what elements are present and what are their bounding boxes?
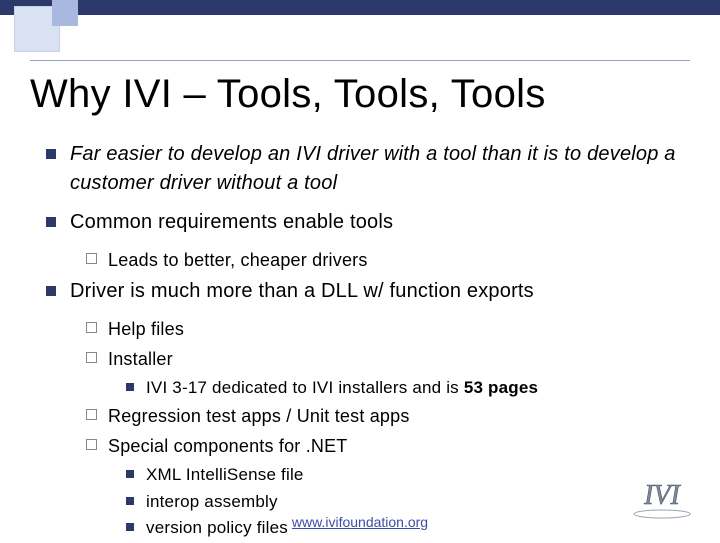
bullet-lvl2: Installer bbox=[30, 346, 690, 372]
footer: www.ivifoundation.org bbox=[0, 514, 720, 530]
slide-body: Far easier to develop an IVI driver with… bbox=[30, 140, 690, 543]
decor-square-small bbox=[52, 0, 78, 26]
bullet-lvl3: interop assembly bbox=[30, 490, 690, 515]
bullet-lvl2: Help files bbox=[30, 316, 690, 342]
header-rule bbox=[30, 60, 690, 61]
footer-link[interactable]: www.ivifoundation.org bbox=[292, 514, 428, 530]
text: IVI 3-17 dedicated to IVI installers and… bbox=[146, 378, 464, 397]
bullet-lvl3: XML IntelliSense file bbox=[30, 463, 690, 488]
bullet-lvl3: IVI 3-17 dedicated to IVI installers and… bbox=[30, 376, 690, 401]
bullet-lvl2: Special components for .NET bbox=[30, 433, 690, 459]
text-bold: 53 pages bbox=[464, 378, 538, 397]
svg-text:IVI: IVI bbox=[643, 480, 681, 511]
bullet-lvl2: Regression test apps / Unit test apps bbox=[30, 403, 690, 429]
ivi-logo: IVI bbox=[626, 474, 698, 522]
slide-title: Why IVI – Tools, Tools, Tools bbox=[30, 72, 546, 117]
bullet-lvl1: Far easier to develop an IVI driver with… bbox=[30, 140, 690, 198]
bullet-lvl1: Common requirements enable tools bbox=[30, 208, 690, 237]
header-bar bbox=[0, 0, 720, 15]
bullet-lvl1: Driver is much more than a DLL w/ functi… bbox=[30, 277, 690, 306]
bullet-lvl2: Leads to better, cheaper drivers bbox=[30, 247, 690, 273]
